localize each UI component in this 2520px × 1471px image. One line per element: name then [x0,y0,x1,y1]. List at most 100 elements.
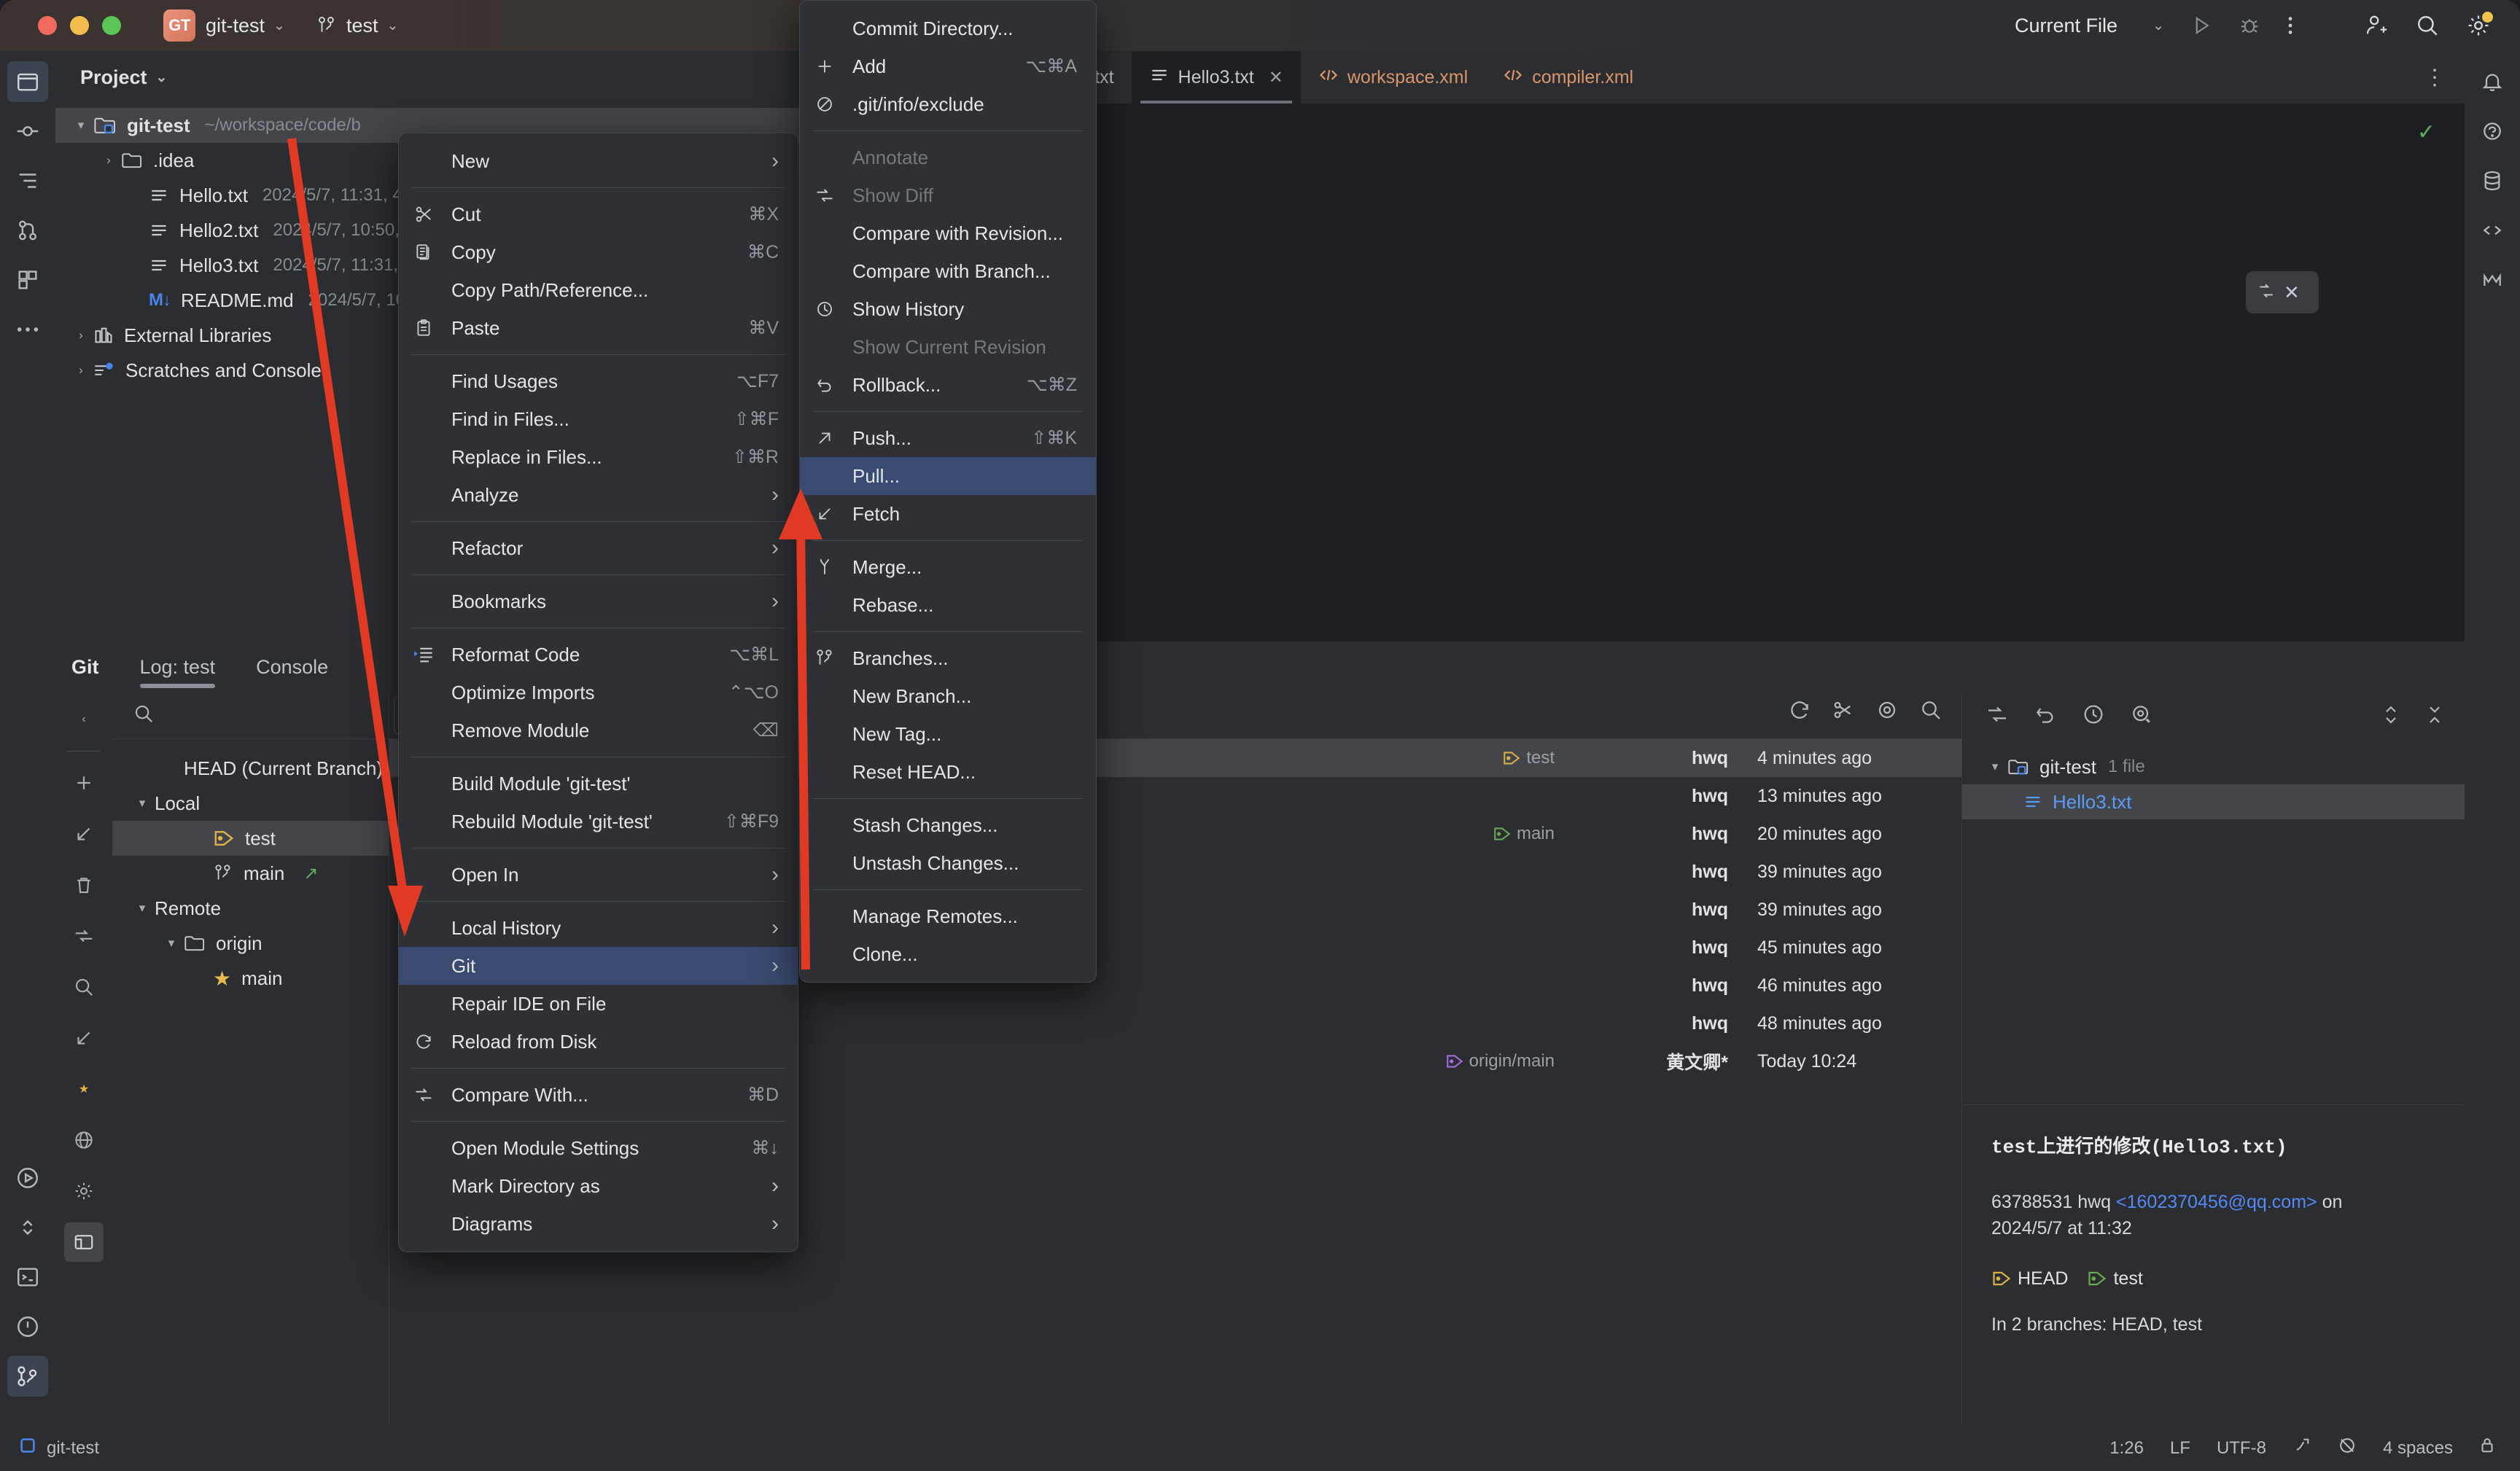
menu-item[interactable]: Fetch [800,495,1096,533]
rail-structure-button[interactable] [7,160,48,201]
power-save-icon[interactable] [2338,1436,2357,1460]
menu-item[interactable]: New› [399,142,798,180]
rail-project-button[interactable] [7,61,48,102]
close-window-button[interactable] [38,16,57,35]
lock-icon[interactable] [2479,1436,2495,1460]
chevron-down-icon[interactable]: ⌄ [2152,17,2164,34]
menu-item[interactable]: Replace in Files...⇧⌘R [399,438,798,476]
chevron-right-icon[interactable]: › [69,328,93,343]
editor-tabs-more-icon[interactable]: ⋮ [2424,65,2446,90]
favorite-star-icon[interactable]: ★ [64,1069,104,1109]
rail-commit-button[interactable] [7,111,48,152]
editor-tab-bar[interactable]: Hello.txtHello2.txtHello3.txt✕workspace.… [861,51,2465,104]
menu-item[interactable]: New Branch... [800,677,1096,715]
chevron-down-icon[interactable]: ▾ [1983,760,2007,774]
chevron-right-icon[interactable]: › [69,363,93,378]
menu-item[interactable]: Compare with Revision... [800,214,1096,252]
menu-item[interactable]: Refactor› [399,529,798,567]
menu-item[interactable]: Optimize Imports⌃⌥O [399,674,798,711]
menu-item[interactable]: Repair IDE on File [399,985,798,1023]
editor-tab[interactable]: Hello3.txt✕ [1132,51,1301,104]
chevron-down-icon[interactable]: ⌄ [156,69,168,86]
gear-icon[interactable] [2466,13,2491,38]
rail-notifications-button[interactable] [2472,61,2513,102]
menu-item[interactable]: Rebase... [800,586,1096,624]
menu-item[interactable]: Compare with Branch... [800,252,1096,290]
menu-item[interactable]: Rollback...⌥⌘Z [800,366,1096,404]
indent-setting[interactable]: 4 spaces [2383,1438,2453,1459]
chevron-down-icon[interactable]: ▾ [69,118,93,133]
menu-item[interactable]: Cut⌘X [399,195,798,233]
menu-item[interactable]: Build Module 'git-test' [399,765,798,803]
branch-selector[interactable]: test ⌄ [317,15,398,37]
menu-item[interactable]: Rebuild Module 'git-test'⇧⌘F9 [399,803,798,840]
revert-icon[interactable] [2034,703,2057,730]
menu-item[interactable]: Remove Module⌫ [399,711,798,749]
maximize-window-button[interactable] [102,16,121,35]
close-icon[interactable]: ✕ [2284,281,2300,304]
branch-search-row[interactable] [112,692,389,739]
rail-more-button[interactable] [7,309,48,350]
menu-item[interactable]: Pull... [800,457,1096,495]
inspection-widget-icon[interactable] [2292,1436,2311,1460]
rail-database-button[interactable] [2472,160,2513,201]
changed-files-tree[interactable]: ▾ git-test 1 file [1962,739,2465,819]
menu-item[interactable]: Reformat Code⌥⌘L [399,636,798,674]
rail-pull-requests-button[interactable] [7,210,48,251]
menu-item[interactable]: Local History› [399,909,798,947]
menu-item[interactable]: Open In› [399,856,798,894]
show-branches-icon[interactable] [64,1222,104,1262]
chevron-down-icon[interactable]: ▾ [130,796,155,811]
line-separator[interactable]: LF [2170,1438,2190,1459]
changed-file-row[interactable]: Hello3.txt [1962,784,2465,819]
rail-problems-button[interactable] [7,1207,48,1248]
git-panel-tab[interactable]: Log: test [140,641,216,692]
minimize-window-button[interactable] [70,16,89,35]
delete-branch-icon[interactable] [64,865,104,905]
add-branch-icon[interactable] [64,763,104,803]
compare-branch-icon[interactable] [64,916,104,956]
menu-item[interactable]: Open Module Settings⌘↓ [399,1129,798,1167]
project-name-label[interactable]: git-test [206,15,265,37]
menu-item[interactable]: Mark Directory as› [399,1167,798,1205]
commit-email[interactable]: <1602370456@qq.com> [2116,1192,2317,1212]
run-configuration-label[interactable]: Current File [2015,15,2118,37]
rail-services-button[interactable] [7,1306,48,1347]
changed-files-root[interactable]: ▾ git-test 1 file [1962,749,2465,784]
menu-item[interactable]: Bookmarks› [399,582,798,620]
git-panel-tab[interactable]: Git [71,641,99,692]
eye-options-icon[interactable] [2130,703,2153,730]
menu-item[interactable]: Merge... [800,548,1096,586]
branch-tree-row[interactable]: HEAD (Current Branch) [112,751,389,786]
rail-terminal-button[interactable] [7,1257,48,1298]
branch-tree-row[interactable]: main↗ [112,856,389,891]
branch-tree-row[interactable]: ★main [112,961,389,996]
menu-item[interactable]: Analyze› [399,476,798,514]
diff-mini-widget[interactable]: ✕ [2246,271,2319,313]
menu-item[interactable]: Show History [800,290,1096,328]
menu-item[interactable]: Stash Changes... [800,806,1096,844]
checkout-icon[interactable] [64,814,104,854]
add-user-icon[interactable] [2364,13,2389,38]
menu-item[interactable]: Commit Directory... [800,9,1096,47]
menu-item[interactable]: Diagrams› [399,1205,798,1243]
eye-icon[interactable] [1875,698,1899,725]
chevron-down-icon[interactable]: ⌄ [386,17,398,34]
menu-item[interactable]: Reset HEAD... [800,753,1096,791]
branch-tree[interactable]: HEAD (Current Branch)▾Localtestmain↗▾Rem… [112,739,389,996]
rail-git-button[interactable] [7,1356,48,1397]
chevron-right-icon[interactable]: › [96,153,121,168]
debug-icon[interactable] [2239,15,2260,36]
rail-maven-button[interactable] [2472,260,2513,300]
expand-collapse-icon[interactable] [2380,702,2402,730]
menu-item[interactable]: Copy⌘C [399,233,798,271]
close-icon[interactable]: ✕ [1269,67,1283,88]
caret-position[interactable]: 1:26 [2109,1438,2144,1459]
search-icon[interactable] [1919,698,1942,725]
collapse-icon[interactable] [2424,702,2446,730]
menu-item[interactable]: .git/info/exclude [800,85,1096,123]
branch-tree-row[interactable]: test [112,821,389,856]
menu-item[interactable]: New Tag... [800,715,1096,753]
status-project-name[interactable]: git-test [47,1438,99,1459]
settings-icon[interactable] [64,1171,104,1211]
